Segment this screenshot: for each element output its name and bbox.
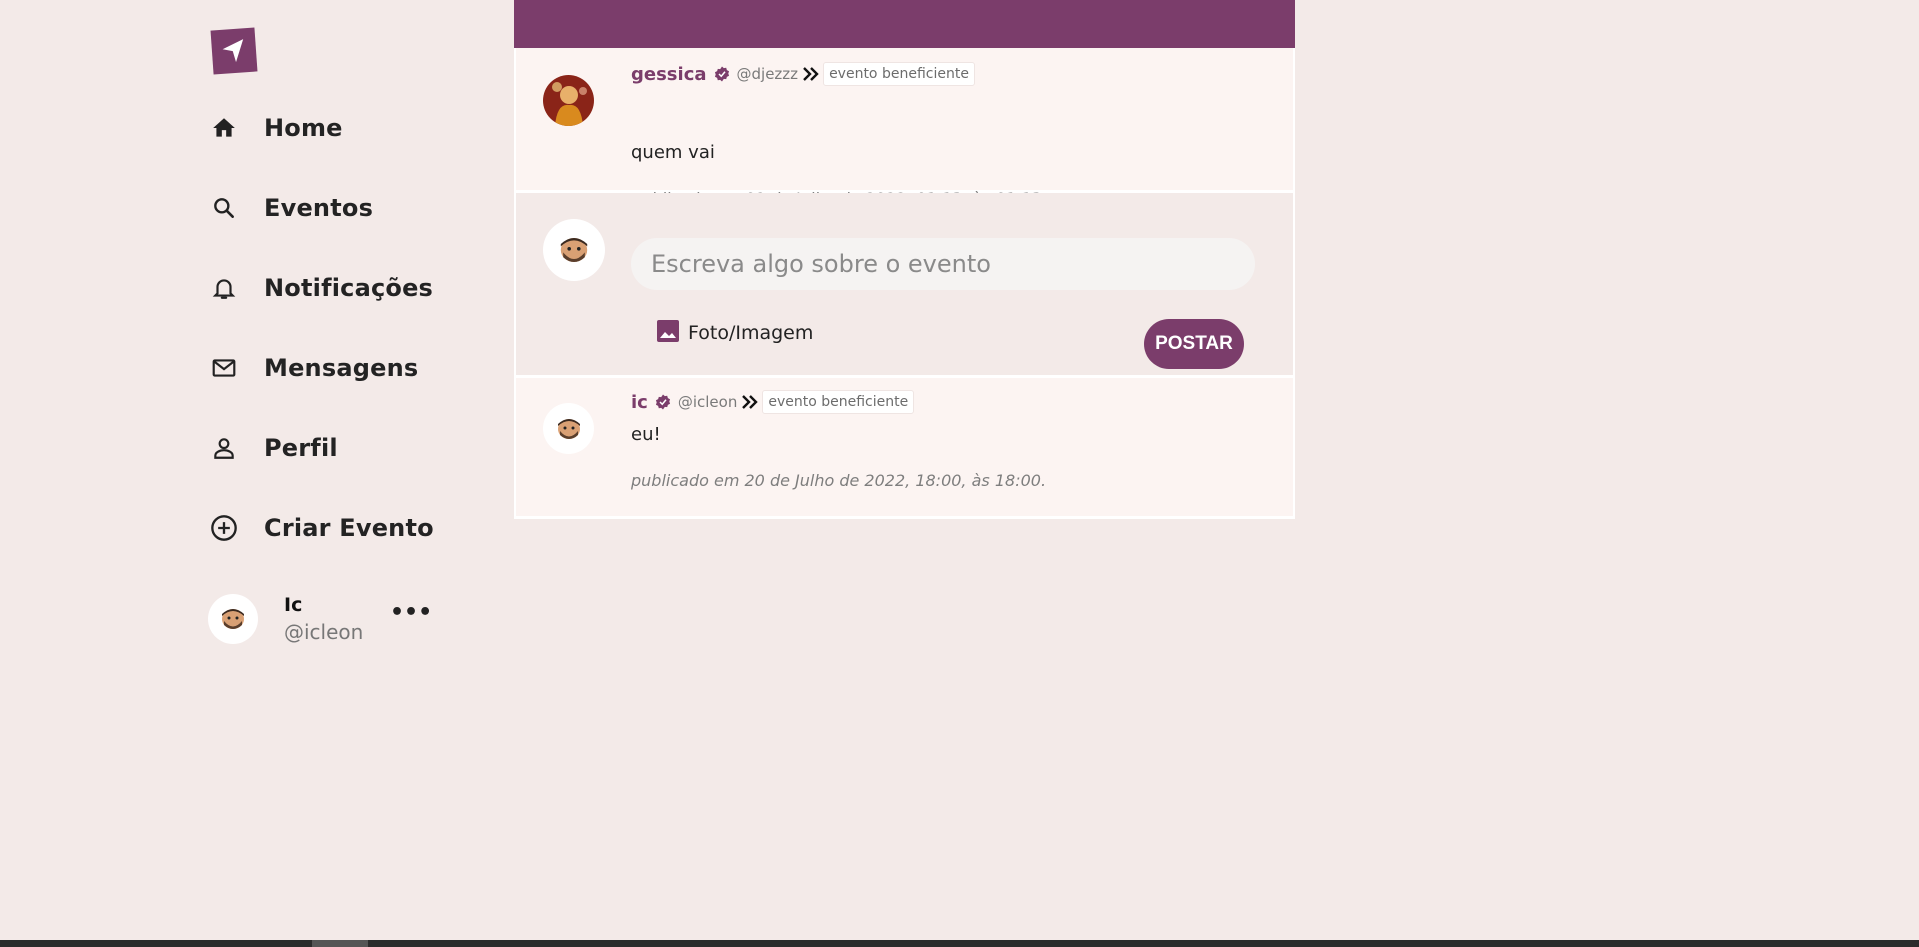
taskbar-tab[interactable] (312, 940, 368, 947)
more-options-icon[interactable]: ••• (390, 602, 432, 624)
photo-upload-button[interactable]: Foto/Imagem (656, 319, 813, 347)
user-icon (208, 432, 240, 464)
sidebar: Home Eventos Notificações Mensagens Perf… (0, 0, 514, 940)
sidebar-item-home[interactable]: Home (208, 106, 448, 150)
post-handle[interactable]: @djezzz (737, 65, 799, 83)
double-chevron-right-icon (802, 66, 820, 82)
avatar (543, 219, 605, 281)
sidebar-item-notificacoes[interactable]: Notificações (208, 266, 448, 310)
event-tag[interactable]: evento beneficiente (762, 390, 915, 414)
avatar[interactable] (543, 403, 594, 454)
profile-name: Ic (284, 594, 303, 616)
mail-icon (208, 352, 240, 384)
sidebar-item-mensagens[interactable]: Mensagens (208, 346, 448, 390)
profile-handle: @icleon (284, 620, 364, 644)
post-item: gessica @djezzz evento beneficiente quem… (514, 48, 1295, 208)
sidebar-item-label: Criar Evento (264, 514, 434, 542)
post-text: quem vai (631, 142, 715, 163)
post-composer: Foto/Imagem POSTAR (514, 193, 1295, 378)
post-username[interactable]: gessica (631, 64, 707, 85)
sidebar-item-label: Home (264, 114, 343, 142)
verified-badge-icon (713, 65, 731, 83)
sidebar-item-criar-evento[interactable]: Criar Evento (208, 506, 448, 550)
sidebar-item-eventos[interactable]: Eventos (208, 186, 448, 230)
memoji-icon (557, 418, 580, 439)
bell-icon (208, 272, 240, 304)
post-item: ic @icleon evento beneficiente eu! publi… (514, 378, 1295, 519)
event-header-banner (514, 0, 1295, 48)
post-handle[interactable]: @icleon (678, 393, 738, 411)
image-icon (656, 319, 680, 347)
sidebar-item-label: Eventos (264, 194, 374, 222)
memoji-icon (222, 609, 244, 629)
user-photo-icon (543, 75, 594, 126)
photo-upload-label: Foto/Imagem (688, 322, 814, 344)
verified-badge-icon (654, 393, 672, 411)
search-icon (208, 192, 240, 224)
avatar (208, 594, 258, 644)
avatar[interactable] (543, 75, 594, 126)
sidebar-profile[interactable]: Ic @icleon ••• (208, 590, 432, 648)
sidebar-item-perfil[interactable]: Perfil (208, 426, 448, 470)
double-chevron-right-icon (741, 394, 759, 410)
sidebar-item-label: Perfil (264, 434, 338, 462)
event-tag[interactable]: evento beneficiente (823, 62, 975, 86)
post-button[interactable]: POSTAR (1144, 319, 1244, 369)
home-icon (208, 112, 240, 144)
post-username[interactable]: ic (631, 392, 648, 413)
os-taskbar (0, 940, 1919, 947)
memoji-icon (560, 238, 588, 262)
sidebar-item-label: Mensagens (264, 354, 419, 382)
post-text: eu! (631, 424, 661, 445)
plus-circle-icon (208, 512, 240, 544)
event-feed: gessica @djezzz evento beneficiente quem… (514, 0, 1295, 519)
post-date: publicado em 20 de Julho de 2022, 18:00,… (631, 471, 1047, 490)
post-input[interactable] (631, 238, 1255, 290)
paper-plane-icon[interactable] (210, 27, 258, 75)
sidebar-item-label: Notificações (264, 274, 434, 302)
